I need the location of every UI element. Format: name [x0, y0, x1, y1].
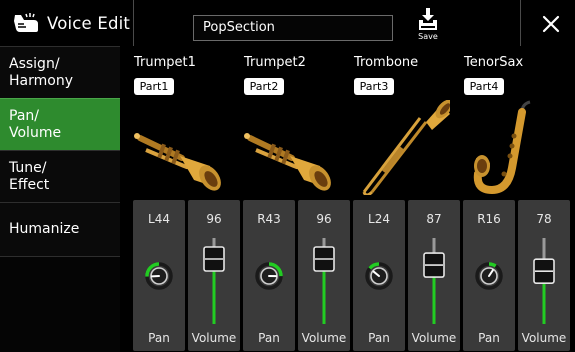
tab-tune-effect[interactable]: Tune/ Effect — [0, 150, 120, 202]
tab-empty-area — [0, 256, 120, 352]
pan-value: L24 — [353, 212, 405, 226]
header-divider — [520, 0, 521, 46]
volume-fader[interactable] — [408, 232, 460, 328]
part-badge[interactable]: Part2 — [244, 78, 284, 95]
part-name: TenorSax — [464, 55, 523, 70]
part-4: TenorSax Part4 — [452, 50, 560, 200]
voice-edit-icon — [12, 12, 40, 34]
title-area: Voice Edit — [0, 0, 133, 46]
volume-value: 96 — [188, 212, 240, 226]
page-title: Voice Edit — [47, 14, 130, 33]
pan-label: Pan — [463, 331, 515, 345]
save-button[interactable]: Save — [408, 8, 448, 44]
volume-value: 96 — [298, 212, 350, 226]
pan-value: L44 — [133, 212, 185, 226]
pan-knob[interactable] — [143, 260, 175, 292]
volume-strip-part4[interactable]: 78 Volume — [518, 200, 570, 351]
pan-strip-part2[interactable]: R43 Pan — [243, 200, 295, 351]
part-name: Trombone — [354, 55, 418, 70]
tab-label: Humanize — [9, 221, 79, 238]
voice-name-field[interactable]: PopSection — [193, 15, 393, 41]
trombone-image — [342, 100, 450, 195]
part-badge[interactable]: Part3 — [354, 78, 394, 95]
parts-area: Trumpet1 Part1 Trumpet2 Part2 — [122, 50, 572, 200]
volume-label: Volume — [518, 331, 570, 345]
pan-knob[interactable] — [473, 260, 505, 292]
part-3: Trombone Part3 — [342, 50, 450, 200]
volume-strip-part2[interactable]: 96 Volume — [298, 200, 350, 351]
side-tabs: Assign/ Harmony Pan/ Volume Tune/ Effect… — [0, 46, 120, 351]
volume-value: 78 — [518, 212, 570, 226]
volume-strip-part3[interactable]: 87 Volume — [408, 200, 460, 351]
pan-strip-part4[interactable]: R16 Pan — [463, 200, 515, 351]
tab-label: Assign/ Harmony — [9, 56, 73, 90]
pan-value: R43 — [243, 212, 295, 226]
part-2: Trumpet2 Part2 — [232, 50, 340, 200]
volume-fader[interactable] — [518, 232, 570, 328]
header-divider — [133, 0, 134, 46]
header-bar: Voice Edit PopSection Save — [0, 0, 575, 46]
part-name: Trumpet1 — [134, 55, 196, 70]
trumpet-image — [232, 100, 340, 195]
trumpet-image — [122, 100, 230, 195]
volume-label: Volume — [298, 331, 350, 345]
part-badge[interactable]: Part4 — [464, 78, 504, 95]
volume-label: Volume — [408, 331, 460, 345]
pan-label: Pan — [133, 331, 185, 345]
pan-value: R16 — [463, 212, 515, 226]
save-label: Save — [408, 32, 448, 41]
tab-pan-volume[interactable]: Pan/ Volume — [0, 98, 120, 150]
part-name: Trumpet2 — [244, 55, 306, 70]
pan-knob[interactable] — [363, 260, 395, 292]
tab-humanize[interactable]: Humanize — [0, 202, 120, 256]
volume-label: Volume — [188, 331, 240, 345]
pan-knob-arc — [489, 264, 496, 266]
pan-knob[interactable] — [253, 260, 285, 292]
volume-strip-part1[interactable]: 96 Volume — [188, 200, 240, 351]
save-icon — [417, 8, 439, 31]
close-icon[interactable] — [536, 10, 566, 38]
tab-assign-harmony[interactable]: Assign/ Harmony — [0, 46, 120, 98]
part-badge[interactable]: Part1 — [134, 78, 174, 95]
pan-strip-part1[interactable]: L44 Pan — [133, 200, 185, 351]
volume-fader[interactable] — [298, 232, 350, 328]
part-1: Trumpet1 Part1 — [122, 50, 230, 200]
tab-label: Tune/ Effect — [9, 160, 49, 194]
volume-value: 87 — [408, 212, 460, 226]
pan-strip-part3[interactable]: L24 Pan — [353, 200, 405, 351]
tab-label: Pan/ Volume — [9, 108, 61, 142]
mixer-area: L44 Pan 96 Volume R43 Pan 96 Volume L24 … — [133, 200, 570, 351]
pan-label: Pan — [353, 331, 405, 345]
pan-label: Pan — [243, 331, 295, 345]
volume-fader[interactable] — [188, 232, 240, 328]
saxophone-image — [452, 100, 560, 195]
